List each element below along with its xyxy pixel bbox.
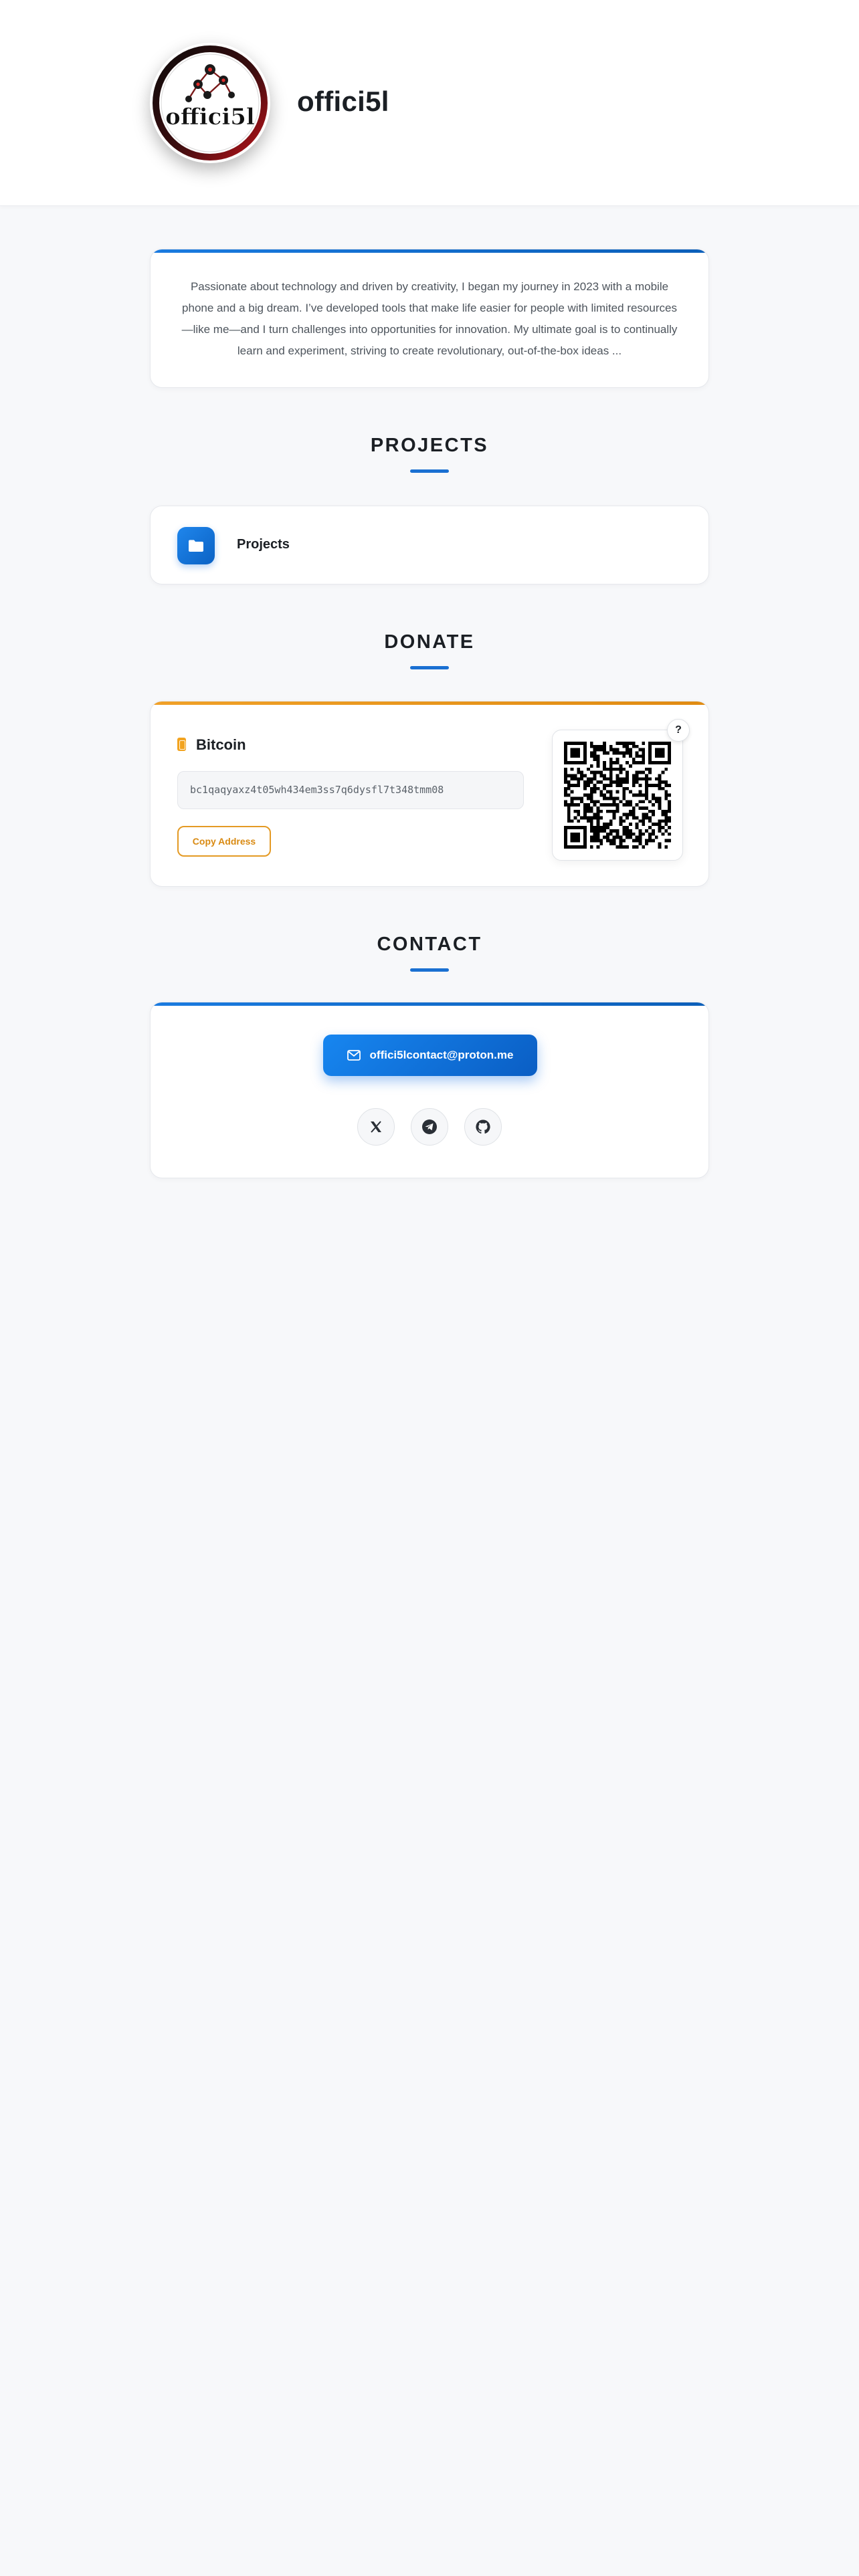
avatar-logo-image: offici5l — [153, 45, 268, 160]
contact-card: offici5lcontact@proton.me — [150, 1002, 709, 1178]
site-title: offici5l — [297, 86, 389, 117]
email-button[interactable]: offici5lcontact@proton.me — [323, 1035, 537, 1076]
qr-code-image — [564, 742, 671, 849]
projects-heading: PROJECTS — [370, 435, 489, 456]
card-accent-bar — [151, 702, 708, 705]
avatar-logo-lettering: offici5l — [165, 104, 255, 130]
project-label: Projects — [237, 537, 290, 552]
coin-name: Bitcoin — [196, 736, 246, 753]
donate-heading: DONATE — [384, 631, 475, 653]
donate-heading-underline — [410, 666, 449, 669]
card-accent-bar — [151, 249, 708, 253]
donate-card: Bitcoin bc1qaqyaxz4t05wh434em3ss7q6dysfl… — [150, 701, 709, 887]
card-accent-bar — [151, 1002, 708, 1006]
projects-heading-underline — [410, 469, 449, 473]
folder-icon — [177, 527, 215, 564]
project-item-projects[interactable]: Projects — [150, 506, 709, 584]
email-label: offici5lcontact@proton.me — [369, 1049, 514, 1061]
mail-icon — [347, 1050, 361, 1061]
telegram-icon[interactable] — [411, 1108, 448, 1146]
x-icon[interactable] — [357, 1108, 395, 1146]
github-icon[interactable] — [464, 1108, 502, 1146]
about-card: Passionate about technology and driven b… — [150, 249, 709, 388]
contact-heading-underline — [410, 968, 449, 972]
bitcoin-icon — [177, 738, 186, 751]
qr-code[interactable] — [552, 730, 683, 861]
copy-address-button[interactable]: Copy Address — [177, 826, 271, 857]
avatar: offici5l — [150, 43, 270, 163]
about-text: Passionate about technology and driven b… — [181, 280, 678, 357]
help-button[interactable]: ? — [667, 719, 690, 742]
contact-heading: CONTACT — [377, 934, 482, 955]
site-header: offici5l offici5l — [0, 0, 859, 206]
bitcoin-address-field[interactable]: bc1qaqyaxz4t05wh434em3ss7q6dysfl7t348tmm… — [177, 771, 524, 809]
